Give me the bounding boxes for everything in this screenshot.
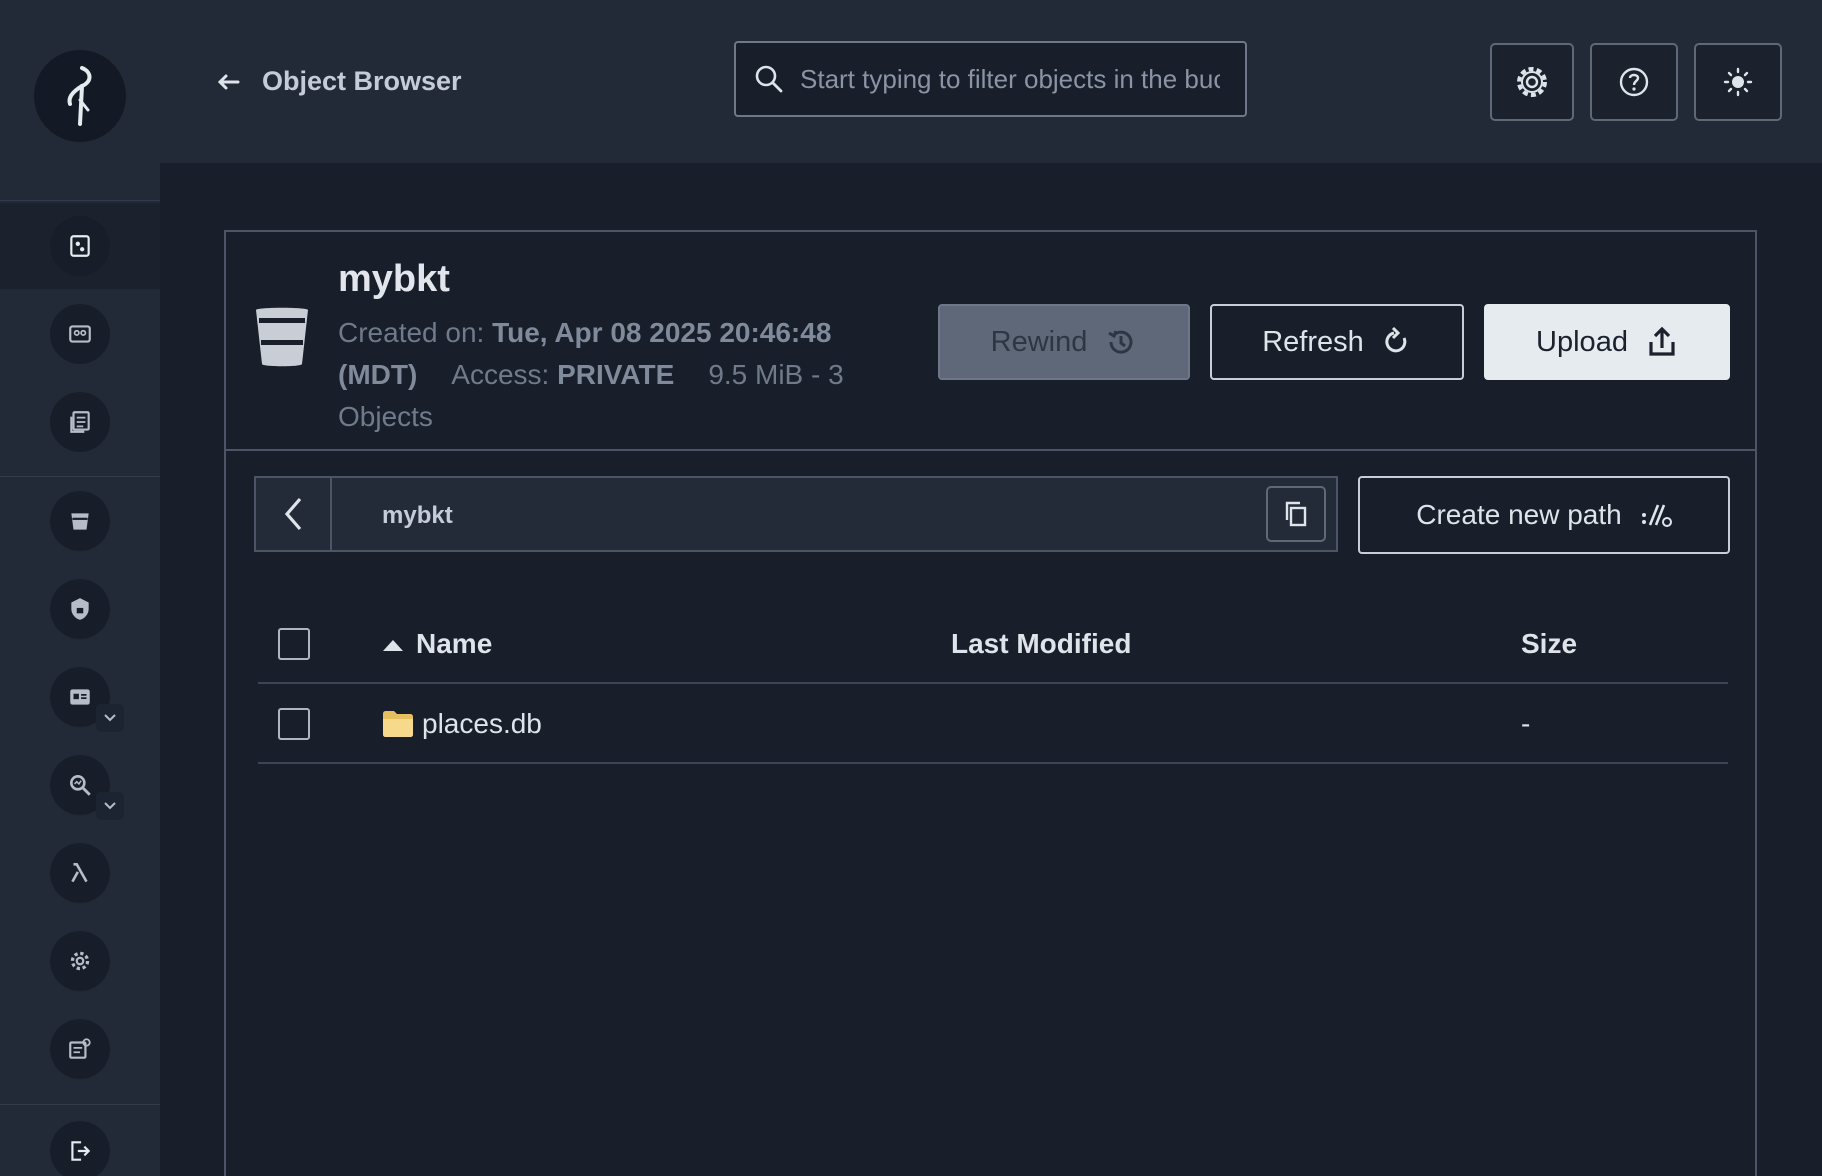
chevron-down-icon (104, 714, 116, 722)
chevron-down-icon (104, 802, 116, 810)
bird-logo-icon (67, 66, 92, 126)
shield-lock-icon (71, 598, 89, 620)
path-breadcrumb-bar: mybkt (254, 476, 1338, 552)
path-back-button[interactable] (256, 478, 332, 550)
lambda-icon (71, 863, 88, 883)
monitoring-expand-toggle[interactable] (96, 792, 124, 820)
page-title: Object Browser (262, 66, 462, 96)
sidebar-item-events[interactable] (50, 843, 110, 903)
identity-expand-toggle[interactable] (96, 704, 124, 732)
settings-button[interactable] (1490, 43, 1574, 121)
gear-icon (70, 951, 90, 971)
sidebar-divider (0, 1104, 160, 1105)
refresh-button[interactable]: Refresh (1210, 304, 1464, 380)
refresh-label: Refresh (1262, 325, 1364, 358)
bucket-metadata: Created on: Tue, Apr 08 2025 20:46:48 (M… (338, 312, 898, 438)
column-header-size[interactable]: Size (1521, 628, 1577, 660)
copy-icon (1285, 501, 1307, 527)
folder-icon (383, 711, 413, 737)
help-circle-icon (1619, 67, 1649, 97)
sidebar-item-access-keys[interactable] (50, 304, 110, 364)
sidebar-item-documentation[interactable] (50, 392, 110, 452)
refresh-icon (1385, 326, 1407, 353)
sidebar-item-configuration[interactable] (50, 931, 110, 991)
new-path-icon (1641, 504, 1672, 527)
history-icon (1108, 330, 1133, 354)
access-label: Access: (451, 359, 550, 390)
select-all-checkbox[interactable] (278, 628, 310, 660)
sidebar-item-buckets[interactable] (50, 491, 110, 551)
sidebar-item-policies[interactable] (50, 579, 110, 639)
row-name[interactable]: places.db (422, 708, 542, 740)
help-button[interactable] (1590, 43, 1678, 121)
upload-label: Upload (1536, 325, 1628, 358)
license-icon (69, 1038, 91, 1059)
objects-panel (224, 451, 1757, 1176)
sidebar-item-license[interactable] (50, 1019, 110, 1079)
chevron-left-icon (284, 497, 302, 531)
upload-button[interactable]: Upload (1484, 304, 1730, 380)
access-keys-icon (69, 325, 91, 343)
row-size: - (1521, 708, 1531, 739)
rewind-button[interactable]: Rewind (938, 304, 1190, 380)
search-icon (755, 65, 783, 93)
create-new-path-label: Create new path (1416, 499, 1622, 530)
table-row-divider (258, 762, 1728, 764)
row-checkbox[interactable] (278, 708, 310, 740)
upload-icon (1649, 326, 1675, 356)
sidebar-divider (0, 200, 160, 201)
back-arrow-icon[interactable] (214, 68, 242, 96)
sidebar (0, 0, 160, 1176)
sidebar-item-object-browser[interactable] (50, 216, 110, 276)
monitoring-search-icon (70, 775, 91, 796)
created-label: Created on: (338, 317, 485, 348)
documentation-icon (70, 411, 90, 433)
sort-ascending-icon (383, 640, 403, 651)
column-header-name[interactable]: Name (416, 628, 492, 660)
create-new-path-button[interactable]: Create new path (1358, 476, 1730, 554)
search-input[interactable] (800, 63, 1220, 95)
identity-card-icon (70, 689, 90, 705)
sidebar-divider (0, 476, 160, 477)
search-box[interactable] (734, 41, 1247, 117)
copy-path-button[interactable] (1266, 486, 1326, 542)
table-header-divider (258, 682, 1728, 684)
minio-logo[interactable] (34, 50, 126, 142)
sun-icon (1723, 67, 1753, 97)
access-value: PRIVATE (557, 359, 675, 390)
bucket-icon (256, 307, 308, 367)
current-path[interactable]: mybkt (382, 502, 453, 530)
column-header-last-modified[interactable]: Last Modified (951, 628, 1131, 660)
theme-toggle-button[interactable] (1694, 43, 1782, 121)
bucket-icon (71, 513, 89, 530)
bucket-name: mybkt (338, 258, 450, 300)
sidebar-item-logout[interactable] (50, 1121, 110, 1176)
gear-icon (1517, 67, 1547, 97)
object-browser-icon (70, 235, 90, 257)
logout-icon (71, 1141, 91, 1161)
rewind-label: Rewind (990, 325, 1088, 358)
bucket-info-card: mybkt Created on: Tue, Apr 08 2025 20:46… (224, 230, 1757, 451)
